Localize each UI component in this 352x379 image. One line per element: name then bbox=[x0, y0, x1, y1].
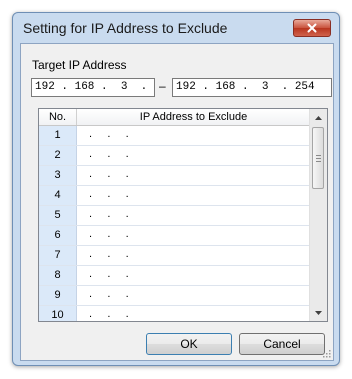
dialog-title: Setting for IP Address to Exclude bbox=[23, 20, 228, 36]
table-row[interactable]: 10 . . . bbox=[39, 306, 310, 321]
scroll-down-button[interactable] bbox=[310, 304, 327, 321]
arrow-down-icon bbox=[315, 310, 322, 315]
row-number: 3 bbox=[39, 166, 77, 185]
thumb-grip-icon bbox=[316, 155, 321, 162]
table-header: No. IP Address to Exclude bbox=[39, 109, 310, 126]
resize-grip-icon[interactable] bbox=[321, 348, 331, 358]
table-row[interactable]: 5 . . . bbox=[39, 206, 310, 226]
table-row[interactable]: 1 . . . bbox=[39, 126, 310, 146]
target-ip-from-field[interactable]: 192 . 168 . 3 . 1 bbox=[31, 78, 155, 97]
row-ip-field[interactable]: . . . bbox=[89, 266, 129, 285]
target-ip-label: Target IP Address bbox=[32, 58, 127, 72]
close-icon bbox=[307, 23, 317, 33]
row-ip-field[interactable]: . . . bbox=[89, 286, 129, 305]
row-number: 5 bbox=[39, 206, 77, 225]
row-ip-field[interactable]: . . . bbox=[89, 126, 129, 145]
row-ip-field[interactable]: . . . bbox=[89, 146, 129, 165]
ok-button[interactable]: OK bbox=[146, 333, 232, 355]
row-ip-field[interactable]: . . . bbox=[89, 226, 129, 245]
range-separator: – bbox=[159, 79, 166, 93]
row-number: 8 bbox=[39, 266, 77, 285]
arrow-up-icon bbox=[315, 115, 322, 120]
row-ip-field[interactable]: . . . bbox=[89, 186, 129, 205]
row-number: 2 bbox=[39, 146, 77, 165]
table-row[interactable]: 2 . . . bbox=[39, 146, 310, 166]
scroll-up-button[interactable] bbox=[310, 109, 327, 126]
table-row[interactable]: 3 . . . bbox=[39, 166, 310, 186]
table-row[interactable]: 8 . . . bbox=[39, 266, 310, 286]
row-number: 10 bbox=[39, 306, 77, 321]
vertical-scrollbar[interactable] bbox=[309, 109, 327, 321]
row-number: 7 bbox=[39, 246, 77, 265]
cancel-button[interactable]: Cancel bbox=[239, 333, 325, 355]
title-bar[interactable]: Setting for IP Address to Exclude bbox=[13, 13, 339, 43]
row-ip-field[interactable]: . . . bbox=[89, 166, 129, 185]
scrollbar-thumb[interactable] bbox=[312, 127, 324, 189]
table-row[interactable]: 7 . . . bbox=[39, 246, 310, 266]
row-ip-field[interactable]: . . . bbox=[89, 306, 129, 321]
dialog-body: Target IP Address 192 . 168 . 3 . 1 – 19… bbox=[20, 43, 334, 361]
exclude-ip-table: No. IP Address to Exclude 1 . . . 2 . . … bbox=[38, 108, 328, 322]
row-number: 4 bbox=[39, 186, 77, 205]
dialog-window: Setting for IP Address to Exclude Target… bbox=[12, 12, 340, 366]
row-number: 9 bbox=[39, 286, 77, 305]
table-row[interactable]: 9 . . . bbox=[39, 286, 310, 306]
row-ip-field[interactable]: . . . bbox=[89, 206, 129, 225]
column-header-ip[interactable]: IP Address to Exclude bbox=[77, 109, 310, 125]
target-ip-to-field[interactable]: 192 . 168 . 3 . 254 bbox=[172, 78, 332, 97]
row-number: 6 bbox=[39, 226, 77, 245]
table-row[interactable]: 4 . . . bbox=[39, 186, 310, 206]
close-button[interactable] bbox=[293, 19, 331, 37]
table-row[interactable]: 6 . . . bbox=[39, 226, 310, 246]
row-number: 1 bbox=[39, 126, 77, 145]
row-ip-field[interactable]: . . . bbox=[89, 246, 129, 265]
column-header-no[interactable]: No. bbox=[39, 109, 77, 125]
